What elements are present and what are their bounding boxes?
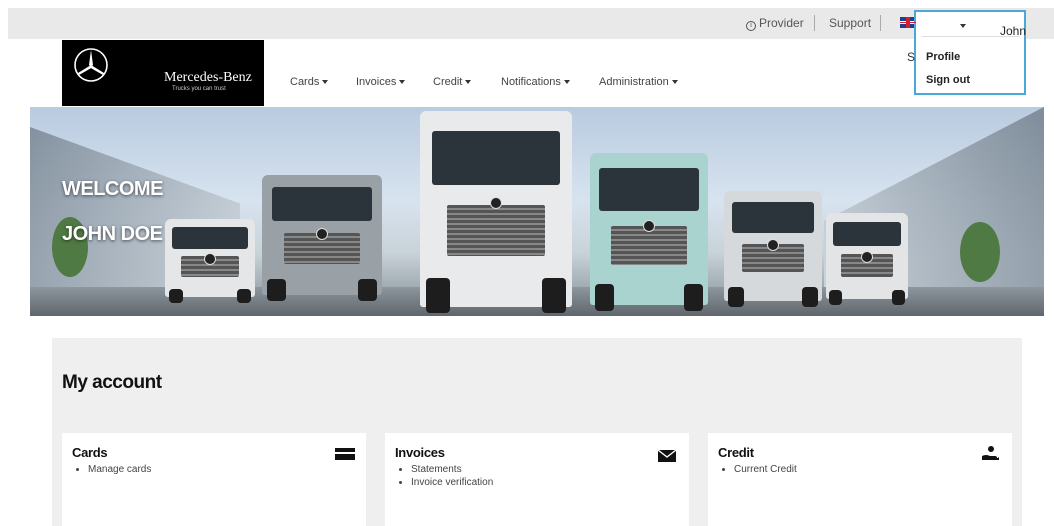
my-account-section: My account Cards Manage cards Invoices S… (52, 338, 1022, 526)
chevron-down-icon (563, 80, 570, 85)
search-link-partial[interactable]: S (907, 50, 915, 64)
provider-label: Provider (759, 16, 804, 30)
card-title: Cards (72, 445, 108, 460)
menu-item-profile[interactable]: Profile (926, 51, 960, 63)
nav-item-label: Administration (599, 76, 669, 88)
nav-item-invoices[interactable]: Invoices (356, 76, 406, 88)
tree (960, 222, 1000, 282)
account-card-invoices[interactable]: Invoices Statements Invoice verification (385, 433, 689, 526)
chevron-down-icon (399, 80, 406, 85)
nav-item-label: Notifications (501, 76, 561, 88)
mercedes-star-icon (74, 48, 108, 82)
truck-image (420, 111, 572, 313)
chevron-down-icon (322, 80, 329, 85)
card-links: Manage cards (88, 463, 151, 476)
card-links: Statements Invoice verification (411, 463, 493, 489)
chevron-down-icon (960, 23, 966, 28)
section-title: My account (62, 372, 162, 393)
envelope-icon (657, 449, 677, 462)
account-card-cards[interactable]: Cards Manage cards (62, 433, 366, 526)
hero-banner: WELCOME JOHN DOE (30, 107, 1044, 316)
nav-item-label: Invoices (356, 76, 397, 88)
hand-coins-icon (982, 446, 999, 460)
divider (880, 15, 881, 31)
page: iProvider Support John Doe Profile Sign … (0, 0, 1054, 526)
link-current-credit[interactable]: Current Credit (734, 463, 797, 476)
nav-item-credit[interactable]: Credit (433, 76, 472, 88)
card-links: Current Credit (734, 463, 797, 476)
menu-item-sign-out[interactable]: Sign out (926, 74, 970, 86)
truck-image (826, 213, 908, 305)
nav-item-notifications[interactable]: Notifications (501, 76, 570, 88)
chevron-down-icon (671, 80, 678, 85)
truck-image (590, 153, 708, 311)
user-dropdown-menu: Profile Sign out (914, 36, 1026, 95)
brand-name: Mercedes-Benz (164, 70, 252, 85)
welcome-user-name: JOHN DOE (62, 223, 163, 245)
welcome-heading: WELCOME (62, 178, 163, 200)
card-title: Credit (718, 445, 754, 460)
support-link[interactable]: Support (829, 16, 871, 30)
card-icon (335, 448, 355, 460)
nav-item-cards[interactable]: Cards (290, 76, 329, 88)
account-card-credit[interactable]: Credit Current Credit (708, 433, 1012, 526)
divider (922, 36, 1020, 37)
provider-link[interactable]: i Provider (746, 16, 804, 31)
brand-tagline: Trucks you can trust (172, 86, 226, 92)
link-statements[interactable]: Statements (411, 463, 493, 476)
brand-logo[interactable]: Mercedes-Benz Trucks you can trust (62, 40, 264, 106)
divider (814, 15, 815, 31)
link-invoice-verification[interactable]: Invoice verification (411, 476, 493, 489)
nav-item-administration[interactable]: Administration (599, 76, 678, 88)
link-manage-cards[interactable]: Manage cards (88, 463, 151, 476)
truck-image (724, 191, 822, 307)
user-menu-toggle[interactable]: John Doe (914, 10, 1026, 52)
utility-bar (8, 8, 1054, 39)
info-icon: i (746, 21, 756, 31)
nav-item-label: Credit (433, 76, 463, 88)
card-title: Invoices (395, 445, 445, 460)
truck-image (165, 219, 255, 303)
truck-image (262, 175, 382, 301)
chevron-down-icon (465, 80, 472, 85)
nav-item-label: Cards (290, 76, 320, 88)
